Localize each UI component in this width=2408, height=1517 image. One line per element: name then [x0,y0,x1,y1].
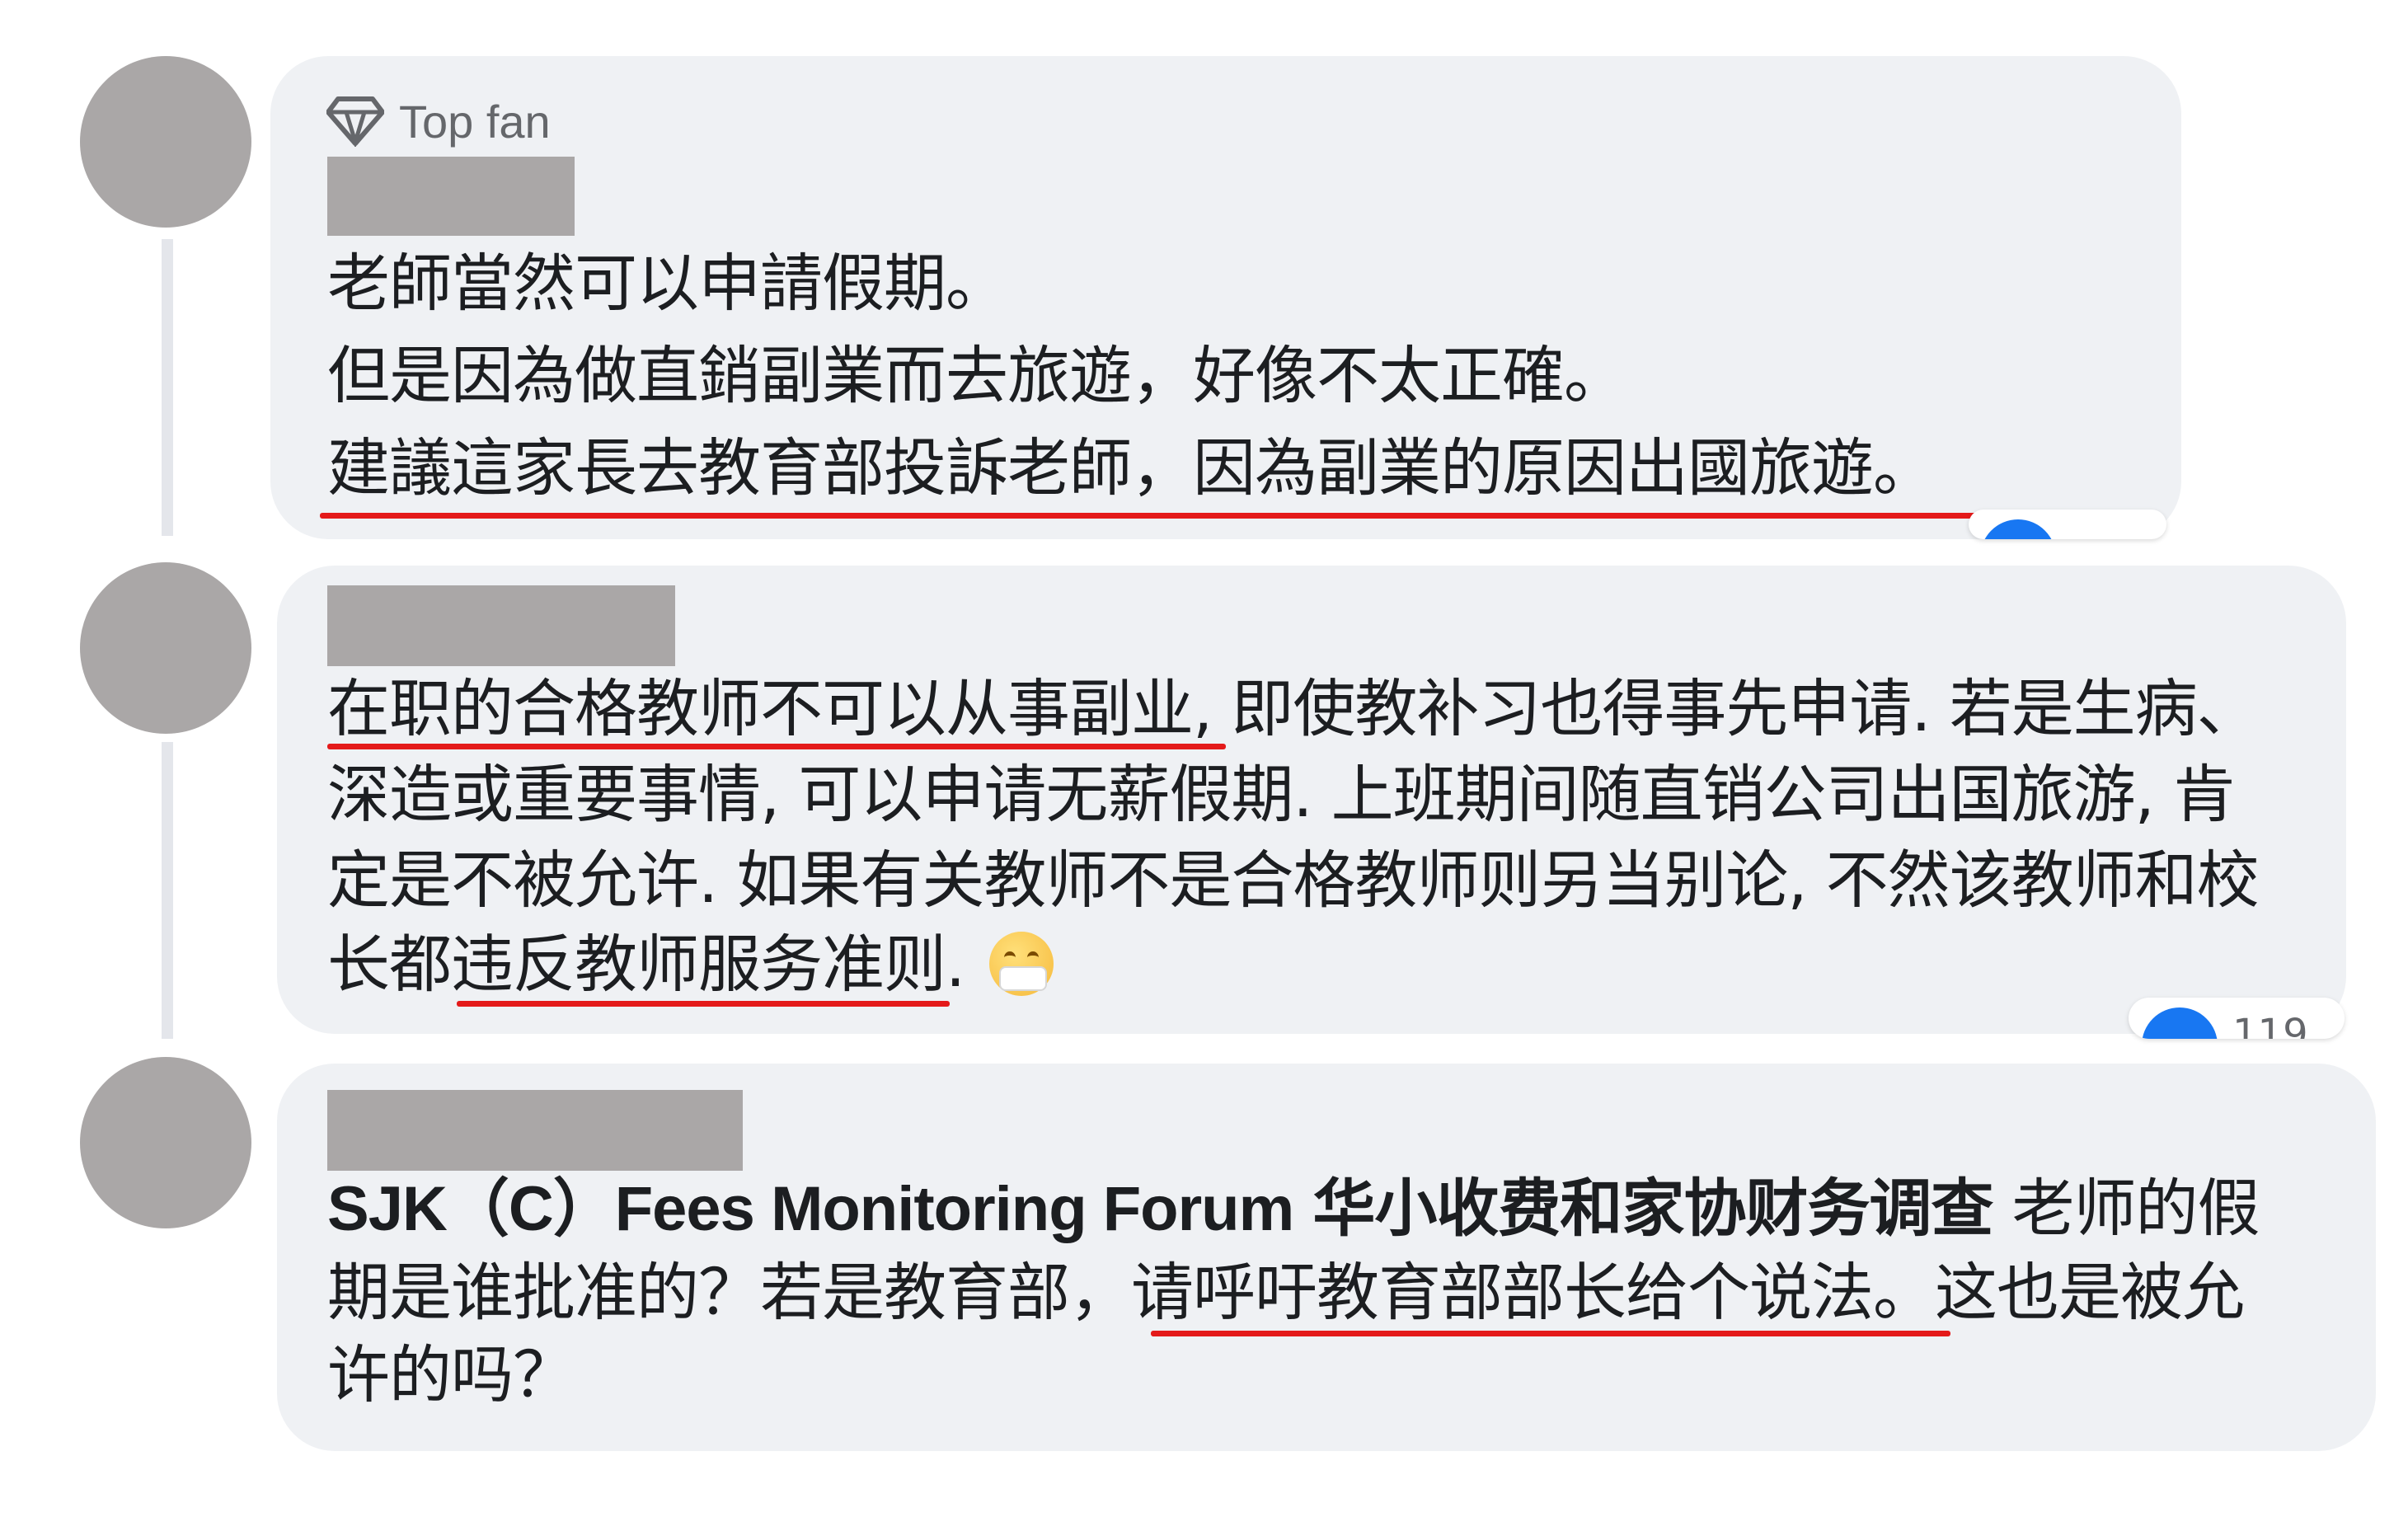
comment-text-line: 老師當然可以申請假期。 [327,247,1008,320]
highlight-underline [1151,1331,1950,1336]
redacted-author-name[interactable] [327,585,675,666]
comment-text-line: 但是因為做直銷副業而去旅遊，好像不太正確。 [327,339,1626,412]
reaction-summary[interactable] [1969,510,2166,539]
comment-text-line: 定是不被允许. 如果有关教师不是合格教师则另当别论, 不然该教师和校 [327,843,2260,917]
like-icon [1980,519,2056,539]
redacted-author-name[interactable] [327,157,575,236]
thread-line [162,239,173,536]
highlight-underline [457,1001,950,1007]
mentioned-page-link[interactable]: SJK（C）Fees Monitoring Forum [327,1174,1294,1244]
comment-text-line: 建議這家長去教育部投訴老師，因為副業的原因出國旅遊。 [327,431,1936,505]
avatar[interactable] [80,56,251,228]
mask-emoji-icon [989,932,1054,996]
highlight-underline [327,744,1226,749]
comment-text-line: 在职的合格教师不可以从事副业, 即使教补习也得事先申请. 若是生病、 [327,672,2260,745]
comment-text-line: 期是谁批准的？若是教育部，请呼吁教育部部长给个说法。这也是被允 [327,1256,2245,1329]
reaction-count: 119 [2232,1011,2308,1039]
reaction-summary[interactable]: 119 [2129,998,2345,1039]
avatar[interactable] [80,562,251,734]
comment-text-line: 许的吗？ [327,1338,575,1411]
top-fan-label: Top fan [399,95,551,148]
avatar[interactable] [80,1057,251,1228]
like-icon [2142,1007,2218,1039]
comment-text-line: 深造或重要事情, 可以申请无薪假期. 上班期间随直销公司出国旅游, 肯 [327,758,2236,831]
diamond-icon [326,96,384,147]
thread-line [162,742,173,1039]
redacted-author-name[interactable] [327,1090,743,1171]
comment-text-line: SJK（C）Fees Monitoring Forum 华小收费和家协财务调查 … [327,1177,2260,1241]
top-fan-badge: Top fan [326,92,551,150]
comment-text: 老师的假 [1993,1172,2260,1245]
mentioned-page-link-cn[interactable]: 华小收费和家协财务调查 [1312,1172,1993,1245]
highlight-underline [320,513,2054,519]
comment-text-line: 长都违反教师服务准则. [327,928,965,1001]
